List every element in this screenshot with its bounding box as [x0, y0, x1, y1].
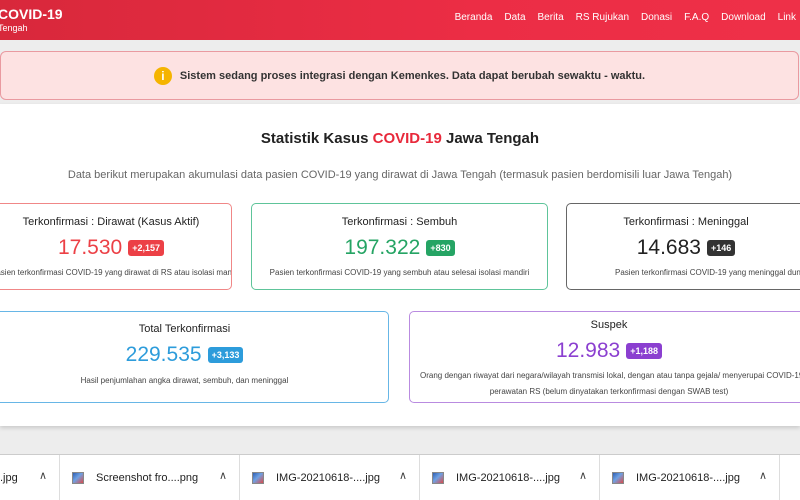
- card-title: Terkonfirmasi : Dirawat (Kasus Aktif): [22, 216, 200, 228]
- card-value: 197.322: [344, 236, 421, 259]
- nav-link[interactable]: Link: [778, 12, 796, 23]
- card-description: Pasien terkonfirmasi COVID-19 yang sembu…: [269, 268, 530, 277]
- card-sembuh: Terkonfirmasi : Sembuh 197.322 +830 Pasi…: [251, 203, 548, 290]
- download-item[interactable]: IMG-20210618-....jpg ∧: [600, 455, 780, 500]
- download-item[interactable]: .jpg ∧: [0, 455, 60, 500]
- card-suspek: Suspek 12.983 +1,188 Orang dengan riwaya…: [409, 311, 800, 403]
- download-item[interactable]: IMG-20210618-....jpg ∧: [420, 455, 600, 500]
- nav-beranda[interactable]: Beranda: [455, 12, 493, 23]
- image-file-icon: [432, 472, 444, 484]
- chevron-up-icon[interactable]: ∧: [39, 469, 47, 482]
- card-title: Suspek: [590, 319, 628, 331]
- card-description: perawatan RS (belum dinyatakan terkonfir…: [489, 387, 729, 396]
- card-description: Orang dengan riwayat dari negara/wilayah…: [420, 371, 800, 380]
- card-value: 17.530: [57, 236, 123, 259]
- delta-badge: +2,157: [128, 240, 164, 256]
- nav-rs-rujukan[interactable]: RS Rujukan: [576, 12, 629, 23]
- card-dirawat: Terkonfirmasi : Dirawat (Kasus Aktif) 17…: [0, 203, 232, 290]
- main-nav: Beranda Data Berita RS Rujukan Donasi F.…: [455, 12, 796, 23]
- download-item[interactable]: Screenshot fro....png ∧: [60, 455, 240, 500]
- nav-donasi[interactable]: Donasi: [641, 12, 672, 23]
- download-bar: .jpg ∧ Screenshot fro....png ∧ IMG-20210…: [0, 454, 800, 500]
- card-meninggal: Terkonfirmasi : Meninggal 14.683 +146 Pa…: [566, 203, 800, 290]
- card-description: Hasil penjumlahan angka dirawat, sembuh,…: [80, 376, 289, 385]
- chevron-up-icon[interactable]: ∧: [399, 469, 407, 482]
- nav-data[interactable]: Data: [504, 12, 525, 23]
- card-description: Pasien terkonfirmasi COVID-19 yang diraw…: [0, 268, 232, 277]
- alert-text: Sistem sedang proses integrasi dengan Ke…: [179, 70, 646, 82]
- brand-title[interactable]: COVID-19: [0, 6, 63, 22]
- nav-download[interactable]: Download: [721, 12, 765, 23]
- download-filename: IMG-20210618-....jpg: [456, 472, 560, 484]
- card-value: 229.535: [125, 343, 202, 366]
- card-title: Total Terkonfirmasi: [138, 323, 231, 335]
- card-title: Terkonfirmasi : Meninggal: [623, 216, 749, 228]
- delta-badge: +1,188: [626, 343, 662, 359]
- chevron-up-icon[interactable]: ∧: [759, 469, 767, 482]
- brand-subtitle: Tengah: [0, 23, 28, 33]
- delta-badge: +830: [426, 240, 455, 256]
- image-file-icon: [72, 472, 84, 484]
- card-value: 12.983: [555, 339, 621, 362]
- card-title: Terkonfirmasi : Sembuh: [341, 216, 458, 228]
- card-description: Pasien terkonfirmasi COVID-19 yang menin…: [615, 268, 800, 277]
- chevron-up-icon[interactable]: ∧: [579, 469, 587, 482]
- download-item[interactable]: IMG-20210618-....jpg ∧: [240, 455, 420, 500]
- card-value: 14.683: [636, 236, 701, 259]
- stats-description: Data berikut merupakan akumulasi data pa…: [67, 169, 733, 181]
- nav-faq[interactable]: F.A.Q: [684, 12, 709, 23]
- download-filename: Screenshot fro....png: [96, 472, 199, 484]
- download-filename: .jpg: [0, 472, 18, 484]
- delta-badge: +146: [706, 240, 736, 256]
- info-icon: i: [153, 67, 172, 85]
- stats-heading: Statistik Kasus COVID-19 Jawa Tengah: [260, 130, 540, 147]
- integration-alert: i Sistem sedang proses integrasi dengan …: [0, 51, 799, 100]
- delta-badge: +3,133: [207, 347, 244, 363]
- nav-berita[interactable]: Berita: [538, 12, 564, 23]
- image-file-icon: [612, 472, 624, 484]
- image-file-icon: [252, 472, 264, 484]
- navbar: COVID-19 Tengah Beranda Data Berita RS R…: [0, 0, 800, 40]
- download-filename: IMG-20210618-....jpg: [636, 472, 740, 484]
- download-filename: IMG-20210618-....jpg: [276, 472, 380, 484]
- chevron-up-icon[interactable]: ∧: [219, 469, 227, 482]
- card-total: Total Terkonfirmasi 229.535 +3,133 Hasil…: [0, 311, 389, 403]
